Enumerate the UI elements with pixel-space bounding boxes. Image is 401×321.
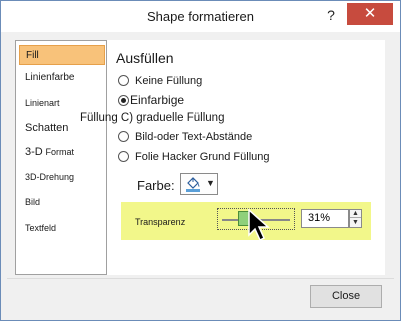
- sidebar-item-3d-format[interactable]: 3-D Format: [19, 142, 105, 162]
- fill-settings-panel: Ausfüllen Keine Füllung Einfarbige Füllu…: [80, 40, 385, 275]
- fill-option-label: Folie Hacker Grund Füllung: [135, 151, 270, 163]
- fill-option-none[interactable]: Keine Füllung: [118, 74, 202, 90]
- sidebar-item-label: Textfeld: [25, 223, 57, 233]
- radio-button-selected[interactable]: [118, 95, 129, 106]
- radio-button[interactable]: [118, 75, 129, 86]
- close-window-button[interactable]: ✕: [347, 3, 393, 25]
- sidebar-item-3d-drehung[interactable]: 3D-Drehung: [19, 167, 105, 187]
- dialog-window: Shape formatieren ? ✕ Fill Linienfarbe L…: [0, 0, 401, 321]
- spin-down-icon[interactable]: ▼: [350, 219, 361, 227]
- fill-option-label: Bild-oder Text-Abstände: [135, 131, 253, 143]
- sidebar-item-label: Linienfarbe: [25, 72, 75, 83]
- sidebar-item-label: Linienart: [25, 98, 60, 108]
- paint-bucket-icon: [186, 177, 200, 192]
- sidebar-item-linienfarbe[interactable]: Linienfarbe: [19, 68, 105, 88]
- fill-color-dropdown[interactable]: ▼: [180, 173, 218, 195]
- close-button[interactable]: Close: [310, 285, 382, 308]
- sidebar-item-label: Fill: [26, 50, 39, 61]
- radio-button[interactable]: [118, 131, 129, 142]
- fill-option-picture-texture[interactable]: Bild-oder Text-Abstände: [118, 130, 252, 146]
- sidebar-item-label: 3-D: [25, 146, 43, 158]
- fill-option-gradient[interactable]: Füllung C) graduelle Füllung: [80, 111, 224, 127]
- sidebar-item-label-suffix: Format: [45, 147, 75, 157]
- sidebar-item-label: Bild: [25, 197, 41, 207]
- footer-divider: [7, 278, 394, 279]
- fill-option-solid[interactable]: Einfarbige: [118, 93, 184, 109]
- title-bar: Shape formatieren ? ✕: [1, 1, 400, 32]
- category-sidebar: Fill Linienfarbe Linienart Schatten 3-D …: [15, 40, 107, 275]
- transparency-row: Transparenz 31% ▲ ▼: [121, 202, 371, 240]
- sidebar-item-label: Schatten: [25, 122, 69, 134]
- chevron-down-icon: ▼: [206, 178, 215, 188]
- transparency-value-input[interactable]: 31%: [301, 209, 349, 228]
- sidebar-item-fill[interactable]: Fill: [19, 45, 105, 65]
- sidebar-item-bild[interactable]: Bild: [19, 192, 105, 212]
- fill-option-label: Einfarbige: [130, 93, 185, 107]
- transparency-spinner[interactable]: ▲ ▼: [349, 209, 362, 228]
- section-heading: Ausfüllen: [116, 50, 174, 66]
- dialog-client-area: Fill Linienfarbe Linienart Schatten 3-D …: [7, 32, 394, 313]
- sidebar-item-linienart[interactable]: Linienart: [19, 93, 105, 113]
- sidebar-item-textfeld[interactable]: Textfeld: [19, 218, 105, 238]
- radio-button[interactable]: [118, 151, 129, 162]
- mouse-pointer-icon: [248, 208, 270, 242]
- help-button[interactable]: ?: [320, 5, 342, 25]
- fill-option-slide-background[interactable]: Folie Hacker Grund Füllung: [118, 150, 270, 166]
- color-label: Farbe:: [137, 178, 175, 193]
- spin-up-icon[interactable]: ▲: [350, 210, 361, 218]
- fill-option-label: Füllung C) graduelle Füllung: [80, 112, 225, 124]
- transparency-label: Transparenz: [135, 217, 186, 227]
- sidebar-item-label: 3D-Drehung: [25, 172, 75, 182]
- fill-option-label: Keine Füllung: [135, 75, 203, 87]
